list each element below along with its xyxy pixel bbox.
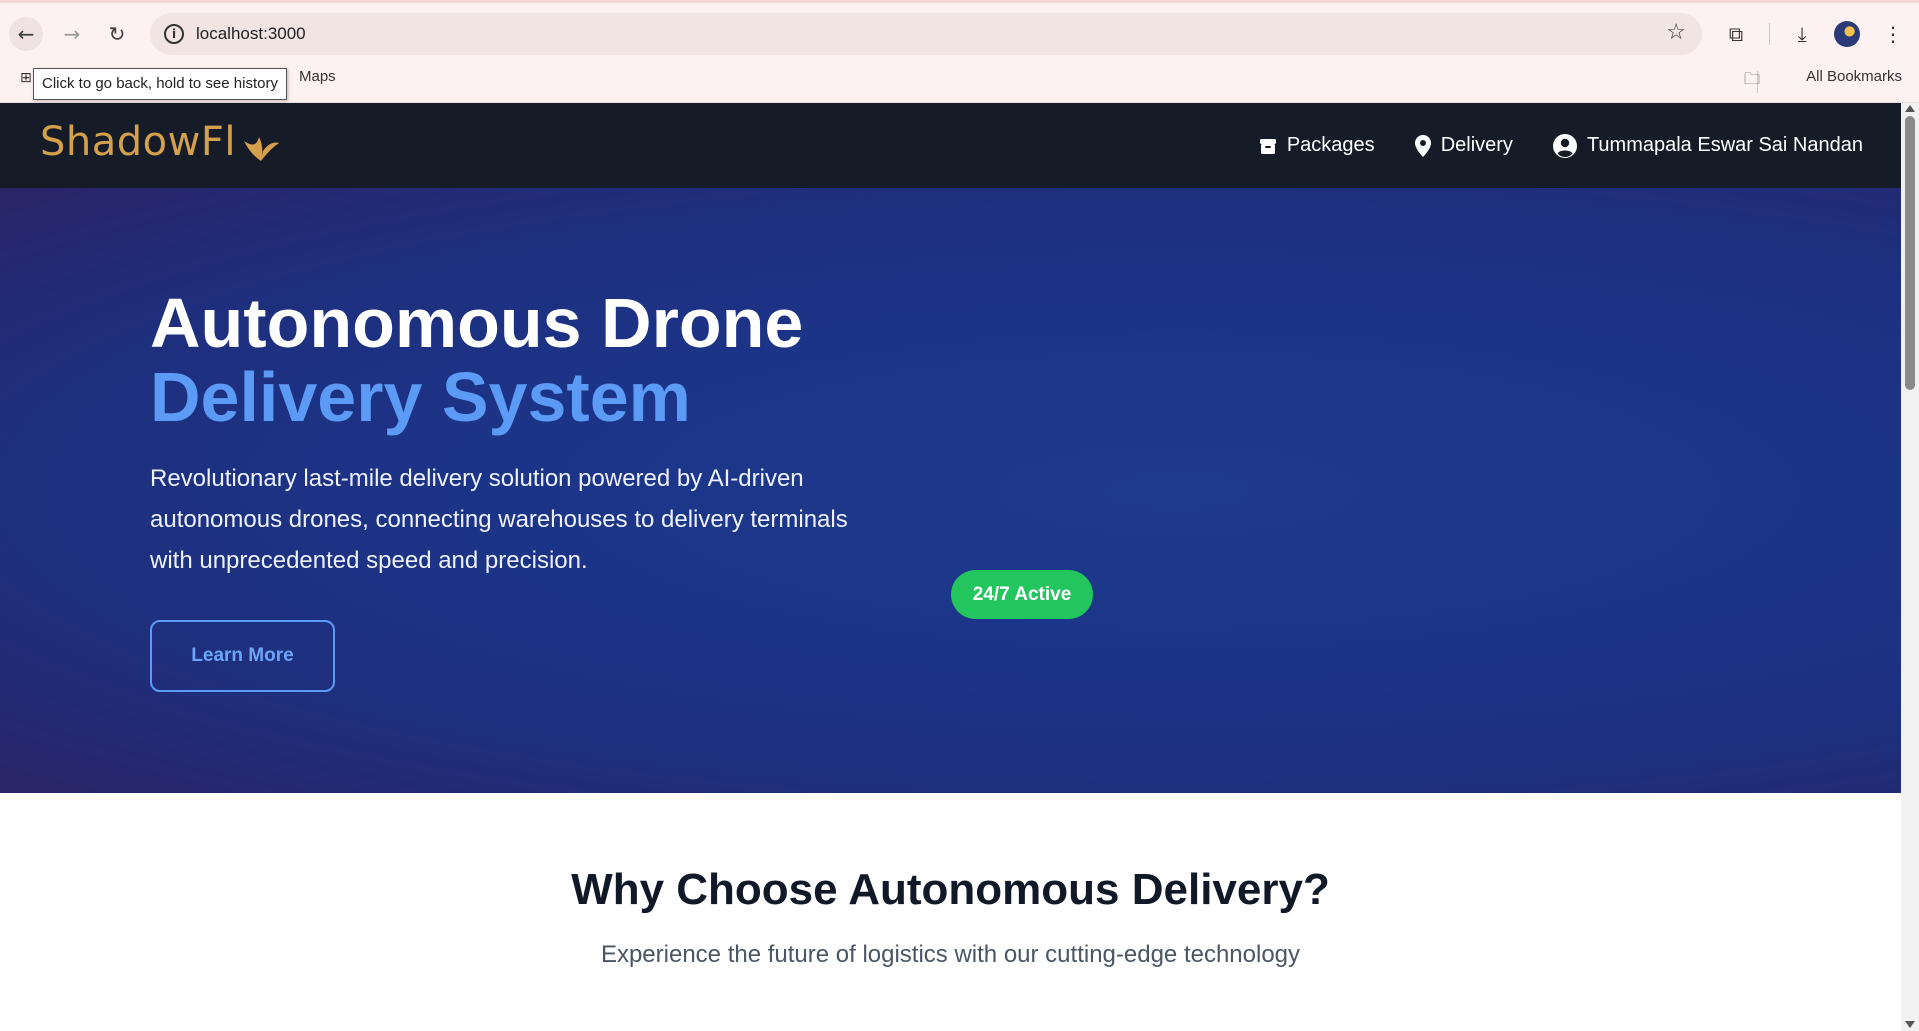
nav-user-profile[interactable]: Tummapala Eswar Sai Nandan bbox=[1552, 133, 1863, 158]
page-scrollbar[interactable] bbox=[1901, 103, 1919, 1031]
bookmarks-bar: ⊞ Maps 🗀 All Bookmarks bbox=[0, 62, 1919, 103]
arrow-right-icon: → bbox=[63, 22, 81, 46]
location-pin-icon bbox=[1414, 134, 1431, 157]
reload-button[interactable]: ↻ bbox=[100, 17, 134, 51]
hero-title-line2: Delivery System bbox=[150, 358, 691, 436]
bookmark-maps[interactable]: Maps bbox=[299, 68, 336, 85]
apps-icon[interactable]: ⊞ bbox=[20, 70, 32, 86]
scrollbar-thumb[interactable] bbox=[1905, 116, 1915, 390]
hero-description: Revolutionary last-mile delivery solutio… bbox=[150, 465, 848, 574]
folder-icon: 🗀 bbox=[1743, 69, 1760, 88]
extensions-icon[interactable]: ⧉ bbox=[1719, 17, 1753, 51]
user-circle-icon bbox=[1552, 133, 1577, 158]
profile-avatar[interactable] bbox=[1834, 21, 1860, 47]
nav-delivery[interactable]: Delivery bbox=[1414, 134, 1513, 157]
reload-icon: ↻ bbox=[108, 22, 126, 46]
hero-title: Autonomous Drone Delivery System bbox=[150, 286, 803, 434]
hero-section: Autonomous Drone Delivery System Revolut… bbox=[0, 188, 1901, 793]
back-tooltip: Click to go back, hold to see history bbox=[33, 68, 287, 100]
wing-logo-icon bbox=[244, 137, 279, 161]
section-title: Why Choose Autonomous Delivery? bbox=[571, 865, 1330, 914]
nav-packages[interactable]: Packages bbox=[1259, 134, 1375, 157]
bookmark-star-icon[interactable]: ☆ bbox=[1666, 20, 1686, 45]
site-info-icon[interactable]: i bbox=[164, 24, 184, 44]
status-badge: 24/7 Active bbox=[951, 570, 1093, 619]
back-button[interactable]: ← bbox=[9, 17, 43, 51]
address-bar[interactable]: i localhost:3000 ☆ bbox=[150, 13, 1702, 55]
learn-more-button[interactable]: Learn More bbox=[150, 620, 335, 692]
section-subtitle: Experience the future of logistics with … bbox=[600, 941, 1301, 968]
download-icon[interactable]: ⤓ bbox=[1785, 17, 1819, 51]
arrow-left-icon: ← bbox=[17, 22, 35, 46]
nav-links: Packages Delivery Tummapala Eswar Sai Na… bbox=[1259, 103, 1863, 188]
nav-user-label: Tummapala Eswar Sai Nandan bbox=[1586, 134, 1863, 156]
scroll-up-icon[interactable] bbox=[1905, 105, 1915, 112]
forward-button[interactable]: → bbox=[55, 17, 89, 51]
site-logo[interactable]: ShadowFl bbox=[40, 119, 236, 165]
url-text[interactable]: localhost:3000 bbox=[196, 24, 306, 44]
package-icon bbox=[1259, 138, 1276, 154]
site-navbar: ShadowFl Packages Delivery Tummapala Esw… bbox=[0, 103, 1901, 188]
page-viewport: ShadowFl Packages Delivery Tummapala Esw… bbox=[0, 103, 1901, 1031]
scroll-down-icon[interactable] bbox=[1905, 1021, 1915, 1028]
hero-title-line1: Autonomous Drone bbox=[150, 284, 804, 362]
nav-packages-label: Packages bbox=[1286, 134, 1375, 156]
all-bookmarks[interactable]: All Bookmarks bbox=[1806, 68, 1902, 85]
menu-icon[interactable]: ⋮ bbox=[1876, 17, 1910, 51]
toolbar-divider bbox=[1769, 23, 1770, 45]
browser-toolbar: ← → ↻ i localhost:3000 ☆ ⧉ ⤓ ⋮ bbox=[0, 0, 1919, 62]
nav-delivery-label: Delivery bbox=[1440, 134, 1513, 156]
